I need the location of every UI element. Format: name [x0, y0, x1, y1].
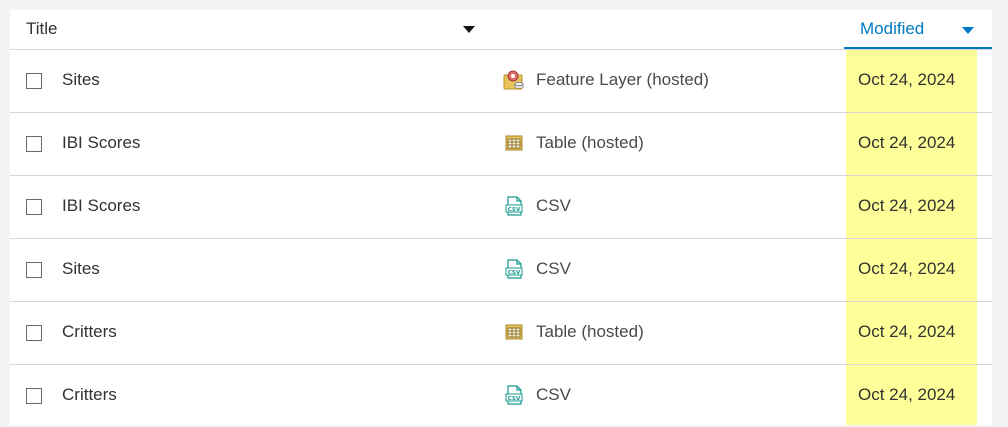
title-column-header[interactable]: Title [26, 19, 58, 39]
row-checkbox[interactable] [26, 388, 42, 404]
item-type: Table (hosted) [536, 322, 644, 341]
modified-sort-caret-icon [962, 27, 974, 34]
row-checkbox[interactable] [26, 325, 42, 341]
item-title[interactable]: Sites [62, 70, 100, 90]
title-sort-caret-icon[interactable] [463, 26, 475, 33]
csv-icon: CSV [503, 258, 525, 280]
item-modified-date: Oct 24, 2024 [858, 133, 956, 152]
row-checkbox[interactable] [26, 199, 42, 215]
table-icon [503, 132, 525, 154]
table-row: IBI Scores CSV CSV Oct 24, 2024 [10, 176, 992, 239]
item-modified-date: Oct 24, 2024 [858, 385, 956, 404]
item-title[interactable]: IBI Scores [62, 133, 140, 153]
table-row: Critters CSV CSV Oct 24, 2024 [10, 365, 992, 427]
svg-text:CSV: CSV [508, 396, 521, 402]
item-type: CSV [536, 259, 571, 278]
table-icon [503, 321, 525, 343]
item-type: Feature Layer (hosted) [536, 70, 709, 89]
row-checkbox[interactable] [26, 262, 42, 278]
svg-text:CSV: CSV [508, 270, 521, 276]
item-modified-date: Oct 24, 2024 [858, 322, 956, 341]
table-row: Sites Feature Layer (hosted) Oct 24, 202… [10, 50, 992, 113]
item-type: CSV [536, 196, 571, 215]
item-title[interactable]: Sites [62, 259, 100, 279]
row-checkbox[interactable] [26, 73, 42, 89]
modified-column-header[interactable]: Modified [844, 10, 992, 49]
content-table: Title Modified Sites Feature Layer (host… [10, 10, 992, 425]
item-modified-date: Oct 24, 2024 [858, 196, 956, 215]
table-row: IBI Scores Table (hosted) Oct 24, 2024 [10, 113, 992, 176]
item-modified-date: Oct 24, 2024 [858, 70, 956, 89]
row-checkbox[interactable] [26, 136, 42, 152]
item-modified-date: Oct 24, 2024 [858, 259, 956, 278]
csv-icon: CSV [503, 195, 525, 217]
item-type: CSV [536, 385, 571, 404]
modified-column-label: Modified [860, 19, 925, 38]
csv-icon: CSV [503, 384, 525, 406]
item-type: Table (hosted) [536, 133, 644, 152]
table-row: Critters Table (hosted) Oct 24, 2024 [10, 302, 992, 365]
table-header: Title Modified [10, 10, 992, 50]
item-title[interactable]: IBI Scores [62, 196, 140, 216]
item-title[interactable]: Critters [62, 385, 117, 405]
feature-layer-icon [503, 69, 525, 91]
item-title[interactable]: Critters [62, 322, 117, 342]
table-row: Sites CSV CSV Oct 24, 2024 [10, 239, 992, 302]
svg-text:CSV: CSV [508, 207, 521, 213]
